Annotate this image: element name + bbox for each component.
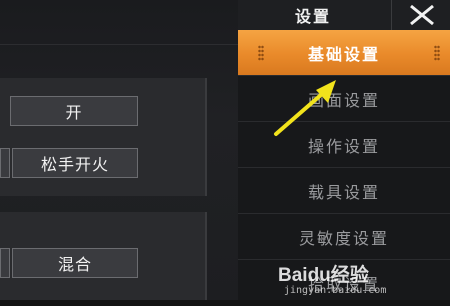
baidu-watermark: Baidu经验 jingyan.baidu.com bbox=[278, 258, 450, 300]
watermark-url: jingyan.baidu.com bbox=[284, 285, 387, 296]
watermark-text: Baidu经验 bbox=[278, 265, 369, 286]
pointer-arrow-icon bbox=[274, 80, 336, 136]
